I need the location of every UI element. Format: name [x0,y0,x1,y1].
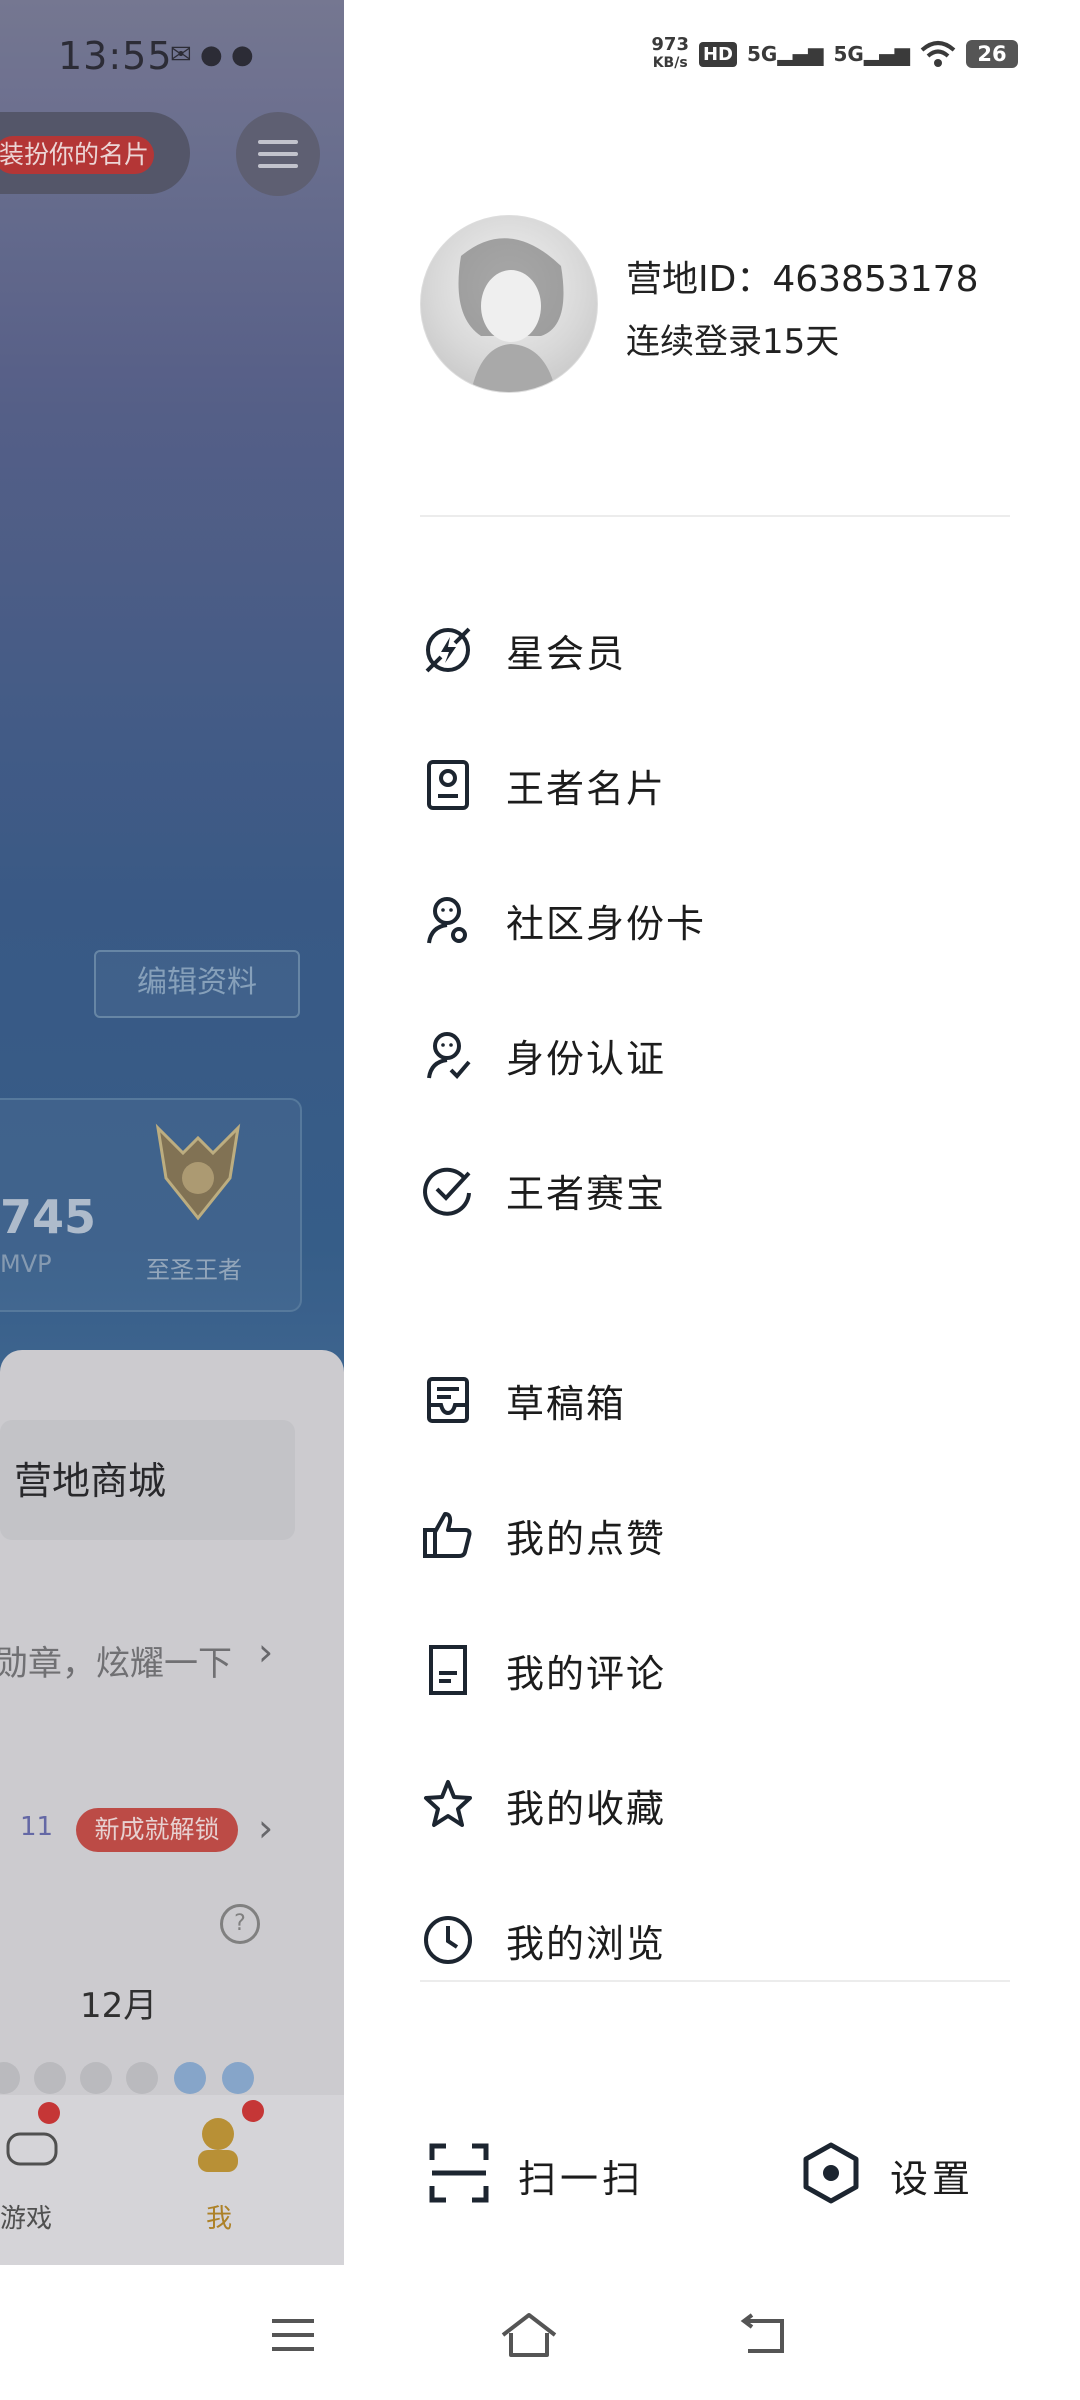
avatar-illustration [458,238,564,392]
menu-label: 我的收藏 [506,1786,667,1831]
menu-item-verify-identity[interactable]: 身份认证 [420,1010,1020,1100]
community-id-icon [420,892,476,948]
menu-label: 王者赛宝 [506,1171,667,1216]
home-icon [501,2313,557,2357]
thumbs-up-icon [420,1507,476,1563]
settings-button[interactable]: 设置 [800,2130,974,2220]
verify-identity-icon [420,1027,476,1083]
settings-label: 设置 [890,2156,975,2201]
draft-box-icon [420,1372,476,1428]
scan-label: 扫一扫 [518,2156,645,2201]
login-streak: 连续登录15天 [626,322,840,362]
hd-voice-icon: HD [698,41,737,67]
menu-item-drafts[interactable]: 草稿箱 [420,1355,1020,1445]
star-icon [420,1777,476,1833]
menu-item-my-history[interactable]: 我的浏览 [420,1895,1020,1985]
avatar[interactable] [420,215,598,393]
menu-lines-icon [272,2319,314,2351]
menu-item-star-member[interactable]: 星会员 [420,605,1020,695]
menu-item-my-comments[interactable]: 我的评论 [420,1625,1020,1715]
settings-hex-icon [800,2142,862,2208]
menu-item-community-id[interactable]: 社区身份卡 [420,875,1020,965]
menu-item-my-favorites[interactable]: 我的收藏 [420,1760,1020,1850]
menu-label: 王者名片 [506,766,667,811]
battery-icon: 26 [966,40,1018,68]
back-icon [740,2313,784,2353]
check-badge-icon [420,1162,476,1218]
divider [420,515,1010,517]
menu-item-my-likes[interactable]: 我的点赞 [420,1490,1020,1580]
wifi-icon [920,41,956,67]
dim-overlay[interactable] [0,0,344,2265]
clock-icon [420,1912,476,1968]
background-page: 13:55 ✉ ● ● 装扮你的名片 编辑资料 745 MVP 至圣王者 营地商… [0,0,344,2265]
menu-label: 身份认证 [506,1036,667,1081]
back-button[interactable] [730,2305,800,2365]
comment-doc-icon [420,1642,476,1698]
home-button[interactable] [494,2305,564,2365]
signal-icon: 5G▂▄▆ [833,42,911,66]
menu-label: 我的浏览 [506,1921,667,1966]
signal-icon: 5G▂▄▆ [747,42,824,66]
scan-button[interactable]: 扫一扫 [428,2130,644,2220]
menu-label: 星会员 [506,631,627,676]
menu-item-honor-card[interactable]: 王者名片 [420,740,1020,830]
recent-apps-button[interactable] [258,2305,328,2365]
menu-label: 我的点赞 [506,1516,667,1561]
network-speed: 973 KB/s [651,34,689,72]
status-bar: 973 KB/s HD 5G▂▄▆ 5G▂▄▆ 26 [651,36,1018,72]
menu-label: 社区身份卡 [506,901,707,946]
menu-label: 我的评论 [506,1651,667,1696]
menu-label: 草稿箱 [506,1381,627,1426]
camp-id: 营地ID：463853178 [626,259,979,300]
divider [420,1980,1010,1982]
scan-icon [428,2142,490,2208]
menu-item-honor-sai-bao[interactable]: 王者赛宝 [420,1145,1020,1235]
card-icon [420,757,476,813]
system-navigation-bar [0,2265,1080,2400]
star-member-icon [420,622,476,678]
